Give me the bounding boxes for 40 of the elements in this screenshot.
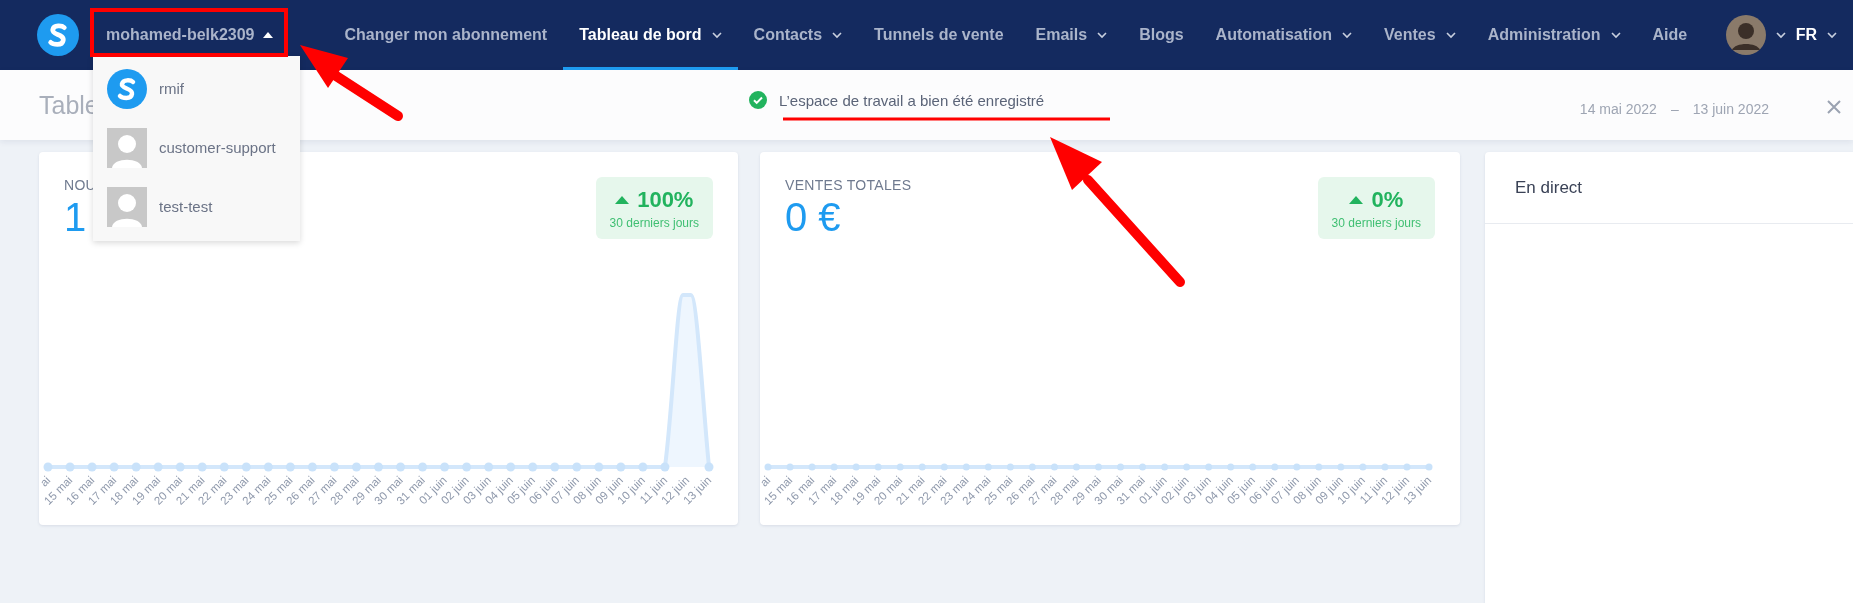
nav-tab[interactable]: Tunnels de vente	[858, 0, 1020, 70]
stat-value: 0 €	[785, 195, 842, 240]
user-placeholder-icon	[107, 127, 147, 168]
axis-label: ai	[760, 473, 773, 489]
card-title: VENTES TOTALES	[785, 177, 912, 193]
triangle-up-icon	[615, 194, 630, 206]
account-option[interactable]: customer-support	[93, 118, 300, 177]
account-option[interactable]: rmif	[93, 59, 300, 118]
date-end: 13 juin 2022	[1692, 101, 1769, 117]
language-selector[interactable]: FR	[1795, 26, 1817, 44]
nav-tab[interactable]: Aide	[1636, 0, 1704, 70]
caret-icon	[1775, 31, 1786, 39]
user-placeholder-icon	[107, 186, 147, 227]
logo-icon	[37, 14, 79, 56]
date-start: 14 mai 2022	[1579, 101, 1657, 117]
period-label: 30 derniers jours	[609, 216, 699, 230]
nav-tab[interactable]: Changer mon abonnement	[328, 0, 564, 70]
check-circle-icon	[749, 91, 767, 109]
avatar-icon	[1725, 15, 1766, 55]
change-percent: 100%	[637, 187, 694, 213]
caret-up-icon	[262, 32, 273, 38]
nav-tab[interactable]: Contacts	[737, 0, 859, 70]
axis-label: ai	[39, 473, 53, 489]
date-separator: –	[1670, 101, 1679, 117]
success-message: L’espace de travail a bien été enregistré	[779, 91, 1045, 109]
change-percent: 0%	[1371, 187, 1404, 213]
nav-tab[interactable]: Ventes	[1368, 0, 1472, 70]
close-icon	[1827, 100, 1841, 114]
stat-value: 1	[64, 195, 88, 240]
caret-icon	[1827, 31, 1837, 39]
period-label: 30 derniers jours	[1331, 216, 1421, 230]
account-switcher[interactable]: mohamed-belk2309	[98, 15, 281, 55]
nav-tab[interactable]: Automatisation	[1199, 0, 1369, 70]
panel-title: En direct	[1485, 152, 1853, 224]
nav-tab[interactable]: Emails	[1019, 0, 1124, 70]
nav-tab[interactable]: Blogs	[1123, 0, 1200, 70]
logo-icon	[107, 68, 147, 109]
nav-tab[interactable]: Administration	[1471, 0, 1637, 70]
triangle-up-icon	[1349, 194, 1364, 206]
account-option[interactable]: test-test	[93, 177, 300, 236]
